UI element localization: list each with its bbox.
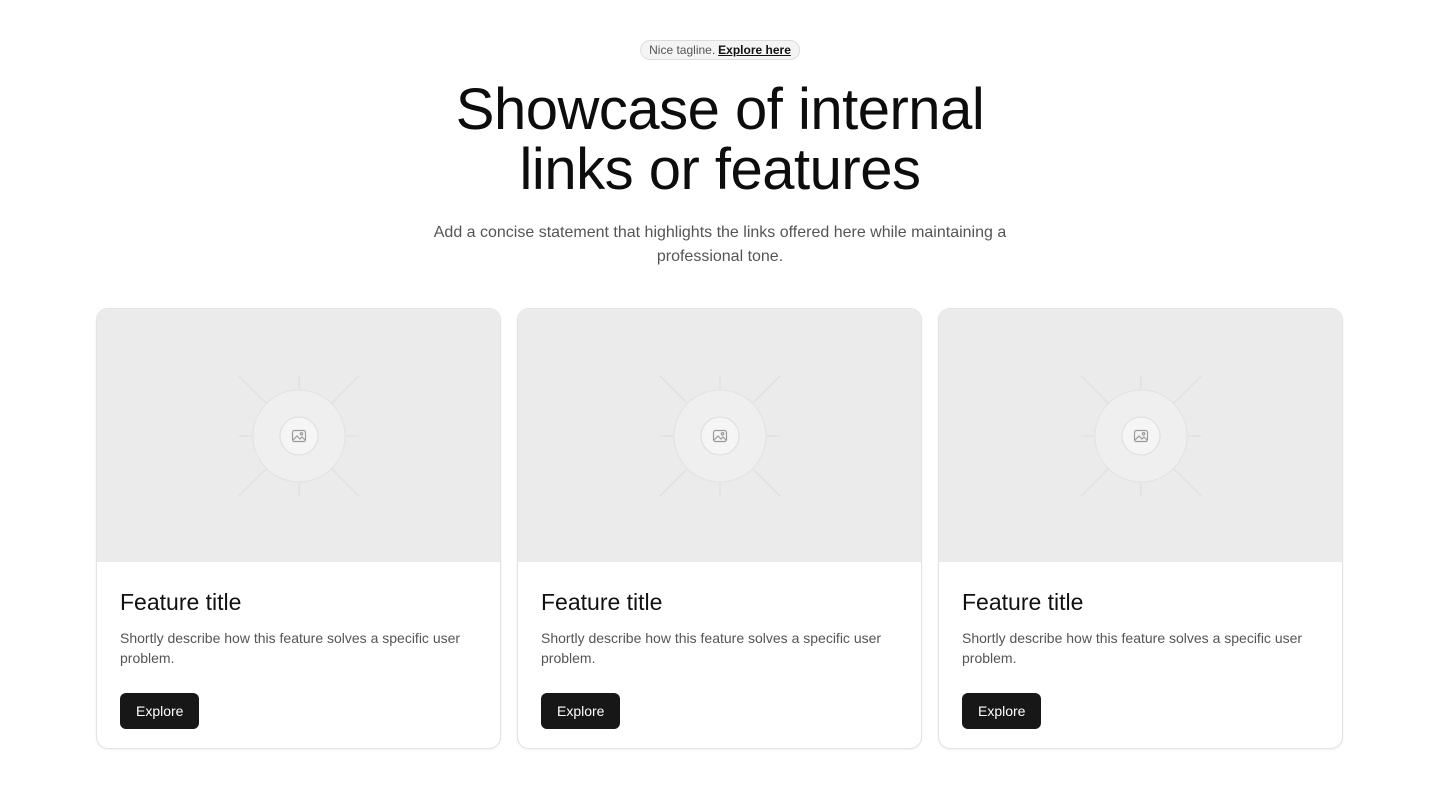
card-image-placeholder bbox=[939, 309, 1342, 562]
feature-showcase-section: Nice tagline. Explore here Showcase of i… bbox=[0, 0, 1440, 790]
page-title-line-2: links or features bbox=[519, 137, 921, 202]
image-placeholder-icon bbox=[238, 375, 360, 497]
card-description: Shortly describe how this feature solves… bbox=[541, 630, 882, 666]
card-description: Shortly describe how this feature solves… bbox=[120, 630, 461, 666]
card-title: Feature title bbox=[962, 589, 1084, 615]
feature-card: Feature title Shortly describe how this … bbox=[517, 308, 922, 749]
page-title: Showcase of internal links or features bbox=[0, 80, 1440, 200]
card-title: Feature title bbox=[120, 589, 242, 615]
card-description: Shortly describe how this feature solves… bbox=[962, 630, 1303, 666]
explore-button[interactable]: Explore bbox=[962, 693, 1042, 729]
feature-cards: Feature title Shortly describe how this … bbox=[96, 308, 1343, 749]
tagline-explore-link[interactable]: Explore here bbox=[718, 41, 791, 59]
image-placeholder-icon bbox=[1080, 375, 1202, 497]
card-title: Feature title bbox=[541, 589, 663, 615]
explore-button[interactable]: Explore bbox=[120, 693, 200, 729]
feature-card: Feature title Shortly describe how this … bbox=[96, 308, 501, 749]
explore-button[interactable]: Explore bbox=[541, 693, 621, 729]
image-placeholder-icon bbox=[659, 375, 781, 497]
card-image-placeholder bbox=[97, 309, 500, 562]
page-title-line-1: Showcase of internal bbox=[455, 77, 985, 142]
tagline-pill: Nice tagline. Explore here bbox=[640, 40, 800, 60]
page-subtitle: Add a concise statement that highlights … bbox=[433, 224, 1007, 265]
feature-card: Feature title Shortly describe how this … bbox=[938, 308, 1343, 749]
tagline-text: Nice tagline. bbox=[649, 43, 716, 57]
card-image-placeholder bbox=[518, 309, 921, 562]
